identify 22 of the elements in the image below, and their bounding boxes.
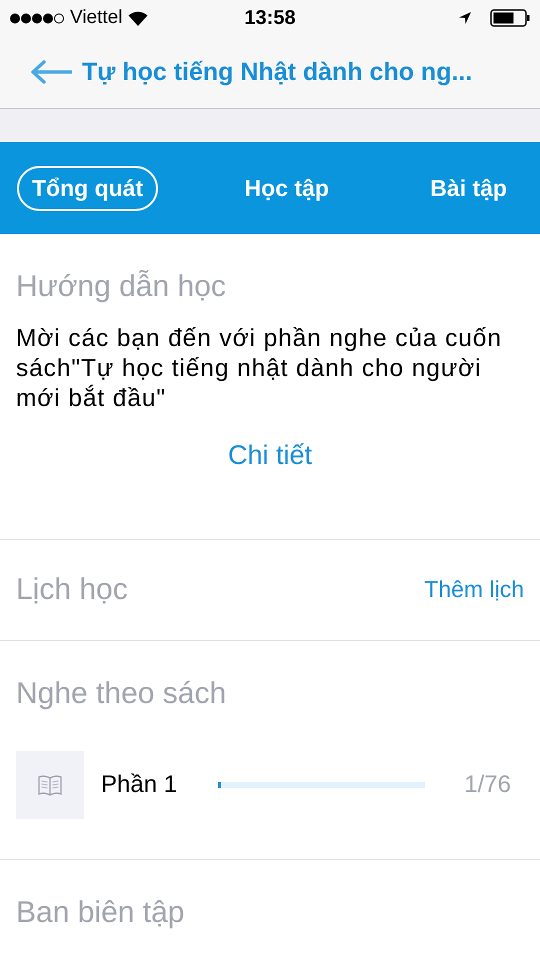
guide-text: Mời các bạn đến với phần nghe của cuốn sách"Tự học tiếng nhật dành cho người mới bắt đầu": [16, 324, 503, 414]
details-link[interactable]: Chi tiết: [222, 439, 318, 472]
tab[interactable]: Tổng quát: [17, 166, 158, 210]
wifi-icon: [128, 10, 148, 26]
section-heading: Ban biên tập: [16, 895, 186, 930]
section-heading: Hướng dẫn học: [16, 269, 227, 304]
progress-count: 1/76: [464, 771, 511, 799]
location-icon: [458, 11, 472, 25]
section-heading: Nghe theo sách: [16, 676, 228, 711]
tab[interactable]: Bài tập: [415, 166, 522, 210]
back-arrow-icon: [30, 60, 72, 84]
add-schedule-link[interactable]: Thêm lịch: [424, 576, 524, 603]
tab[interactable]: Học tập: [230, 166, 344, 210]
book-icon: [37, 773, 63, 797]
part-title: Phần 1: [101, 771, 178, 799]
signal-icon: [10, 12, 64, 24]
section-heading: Lịch học: [16, 572, 128, 607]
carrier-name: Viettel: [70, 7, 122, 29]
status-time: 13:58: [244, 6, 296, 30]
back-button[interactable]: [30, 60, 72, 84]
nav-title: Tự học tiếng Nhật dành cho ng...: [82, 58, 472, 86]
battery-icon: [490, 9, 530, 27]
